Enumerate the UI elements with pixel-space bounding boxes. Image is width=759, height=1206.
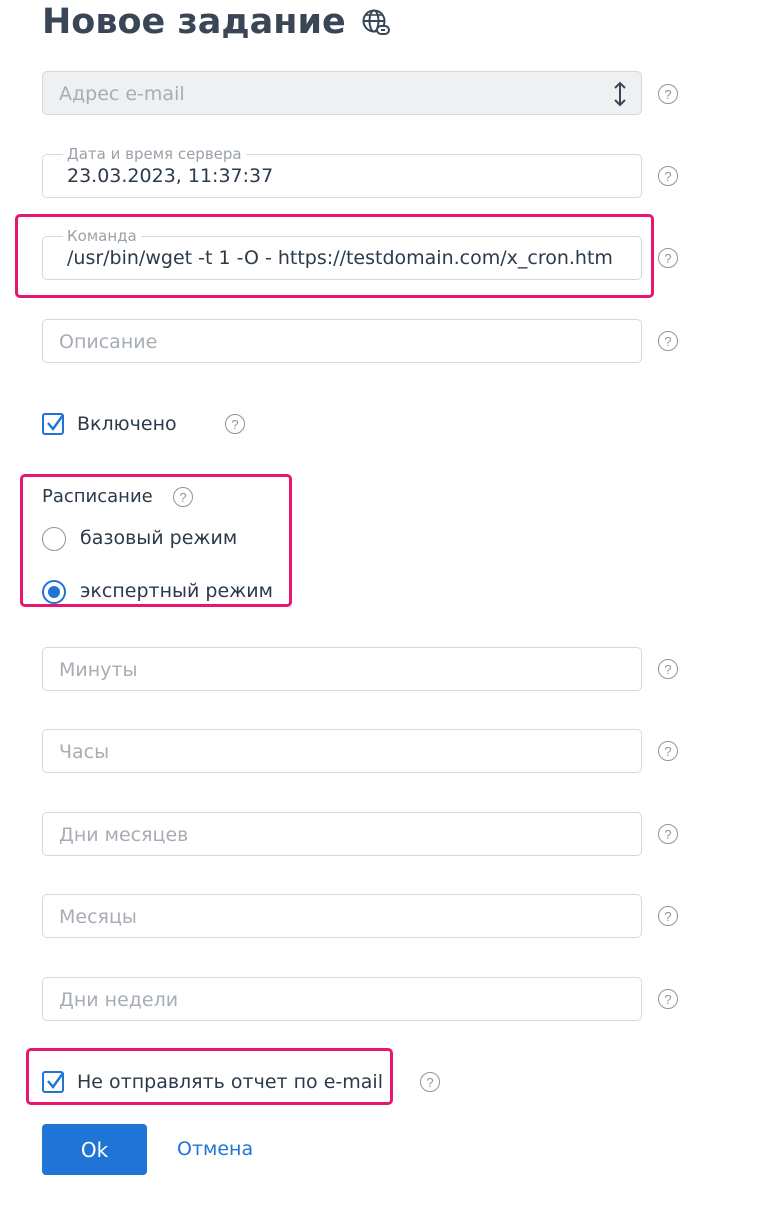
minutes-input[interactable]: Минуты bbox=[42, 647, 642, 691]
command-legend: Команда bbox=[63, 227, 141, 245]
expert-mode-label: экспертный режим bbox=[80, 580, 273, 602]
page-title-text: Новое задание bbox=[42, 2, 346, 42]
minutes-placeholder: Минуты bbox=[59, 659, 138, 681]
help-icon[interactable]: ? bbox=[658, 248, 678, 268]
server-time-field: Дата и время сервера 23.03.2023, 11:37:3… bbox=[42, 145, 642, 198]
ok-button-label: Ok bbox=[80, 1137, 109, 1162]
email-select[interactable]: Адрес e-mail bbox=[42, 71, 642, 115]
globe-link-icon[interactable] bbox=[360, 7, 390, 37]
radio-expert-mode[interactable] bbox=[42, 580, 66, 604]
ok-button[interactable]: Ok bbox=[42, 1124, 147, 1175]
description-input[interactable]: Описание bbox=[42, 319, 642, 363]
enabled-label: Включено bbox=[77, 413, 177, 435]
month-days-placeholder: Дни месяцев bbox=[59, 824, 189, 846]
months-input[interactable]: Месяцы bbox=[42, 894, 642, 938]
enabled-checkbox[interactable] bbox=[42, 413, 64, 435]
no-email-report-label: Не отправлять отчет по e-mail bbox=[77, 1071, 383, 1093]
help-icon[interactable]: ? bbox=[420, 1072, 440, 1092]
cancel-link[interactable]: Отмена bbox=[177, 1138, 253, 1160]
help-icon[interactable]: ? bbox=[658, 989, 678, 1009]
help-icon[interactable]: ? bbox=[658, 331, 678, 351]
hours-input[interactable]: Часы bbox=[42, 729, 642, 773]
description-placeholder: Описание bbox=[59, 331, 158, 353]
schedule-label: Расписание bbox=[42, 486, 153, 507]
checkmark-icon bbox=[47, 1072, 64, 1089]
week-days-placeholder: Дни недели bbox=[59, 989, 179, 1011]
server-time-value: 23.03.2023, 11:37:37 bbox=[67, 165, 274, 187]
page-title: Новое задание bbox=[42, 2, 390, 42]
basic-mode-label: базовый режим bbox=[80, 527, 238, 549]
help-icon[interactable]: ? bbox=[658, 659, 678, 679]
help-icon[interactable]: ? bbox=[658, 906, 678, 926]
help-icon[interactable]: ? bbox=[658, 84, 678, 104]
hours-placeholder: Часы bbox=[59, 741, 110, 763]
radio-basic-mode[interactable] bbox=[42, 527, 66, 551]
week-days-input[interactable]: Дни недели bbox=[42, 977, 642, 1021]
no-email-report-checkbox[interactable] bbox=[42, 1071, 64, 1093]
command-input[interactable]: Команда /usr/bin/wget -t 1 -O - https://… bbox=[42, 227, 642, 280]
months-placeholder: Месяцы bbox=[59, 906, 137, 928]
month-days-input[interactable]: Дни месяцев bbox=[42, 812, 642, 856]
help-icon[interactable]: ? bbox=[658, 166, 678, 186]
email-placeholder: Адрес e-mail bbox=[59, 83, 185, 105]
help-icon[interactable]: ? bbox=[173, 487, 193, 507]
command-value: /usr/bin/wget -t 1 -O - https://testdoma… bbox=[67, 247, 613, 269]
help-icon[interactable]: ? bbox=[658, 824, 678, 844]
sort-arrows-icon bbox=[614, 81, 626, 107]
server-time-legend: Дата и время сервера bbox=[63, 145, 246, 163]
checkmark-icon bbox=[47, 414, 64, 431]
help-icon[interactable]: ? bbox=[658, 741, 678, 761]
help-icon[interactable]: ? bbox=[225, 414, 245, 434]
